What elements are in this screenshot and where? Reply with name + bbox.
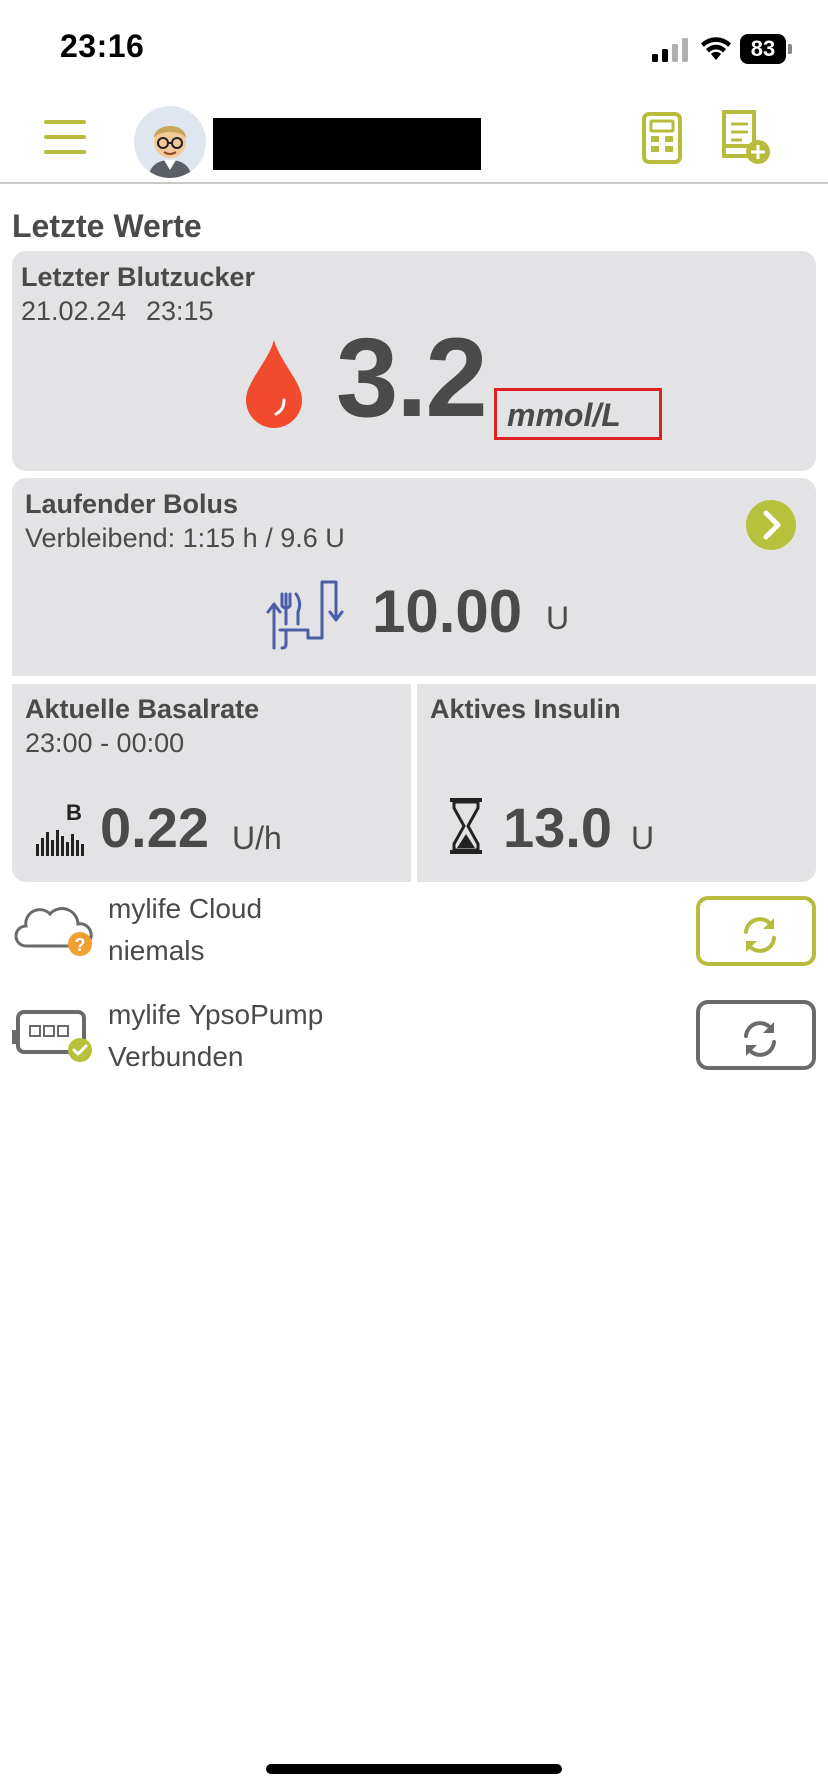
blood-glucose-value: 3.2 [336,315,488,440]
hourglass-icon [450,798,482,854]
sync-icon [744,1021,776,1057]
bolus-remaining: Verbleibend: 1:15 h / 9.6 U [25,523,345,553]
basal-rate-icon: B [36,800,84,856]
sync-icon [744,917,776,953]
blood-glucose-time: 23:15 [146,296,214,326]
cloud-warning-icon: ? [14,907,93,956]
chevron-right-icon [763,510,781,540]
cellular-signal-icon [652,38,688,62]
blood-glucose-unit-highlight: mmol/L [494,388,662,440]
battery-icon: 83 [740,34,792,64]
bolus-calculator-icon[interactable] [642,112,682,164]
hamburger-menu-icon[interactable] [44,120,86,156]
active-insulin-unit: U [631,820,655,856]
pump-name: mylife YpsoPump [108,999,324,1030]
pump-sync-button[interactable] [696,1000,816,1070]
battery-level: 83 [750,36,776,61]
pump-connected-icon [12,1010,92,1062]
bolus-details-button[interactable] [746,500,796,550]
active-insulin-value: 13.0 [503,796,612,859]
bolus-title: Laufender Bolus [25,489,239,519]
add-logbook-entry-icon[interactable] [722,110,772,166]
section-title: Letzte Werte [12,208,202,244]
basal-value: 0.22 [100,796,209,859]
active-insulin-title: Aktives Insulin [430,694,621,724]
bolus-value: 10.00 [372,578,523,645]
basal-title: Aktuelle Basalrate [25,694,260,724]
blood-glucose-date: 21.02.24 [21,296,127,326]
status-bar: 23:16 83 [0,0,828,100]
basal-icon-label: B [66,800,82,825]
cloud-status: niemals [108,935,205,966]
home-indicator[interactable] [266,1764,562,1774]
basal-time-range: 23:00 - 00:00 [25,728,185,758]
user-avatar-icon [134,106,206,178]
wifi-icon [701,37,731,60]
blood-glucose-unit: mmol/L [507,397,621,433]
bolus-unit: U [546,600,570,636]
blood-drop-icon [246,340,302,428]
cloud-sync-button[interactable] [696,896,816,966]
basal-unit: U/h [232,820,282,856]
svg-text:?: ? [75,935,86,955]
app-header [0,100,828,184]
meal-bolus-icon [266,580,344,650]
blood-glucose-title: Letzter Blutzucker [21,262,256,292]
redacted-user-name [213,118,481,170]
pump-status: Verbunden [108,1041,244,1072]
status-time: 23:16 [60,28,145,64]
cloud-name: mylife Cloud [108,893,263,924]
avatar[interactable] [134,106,206,178]
